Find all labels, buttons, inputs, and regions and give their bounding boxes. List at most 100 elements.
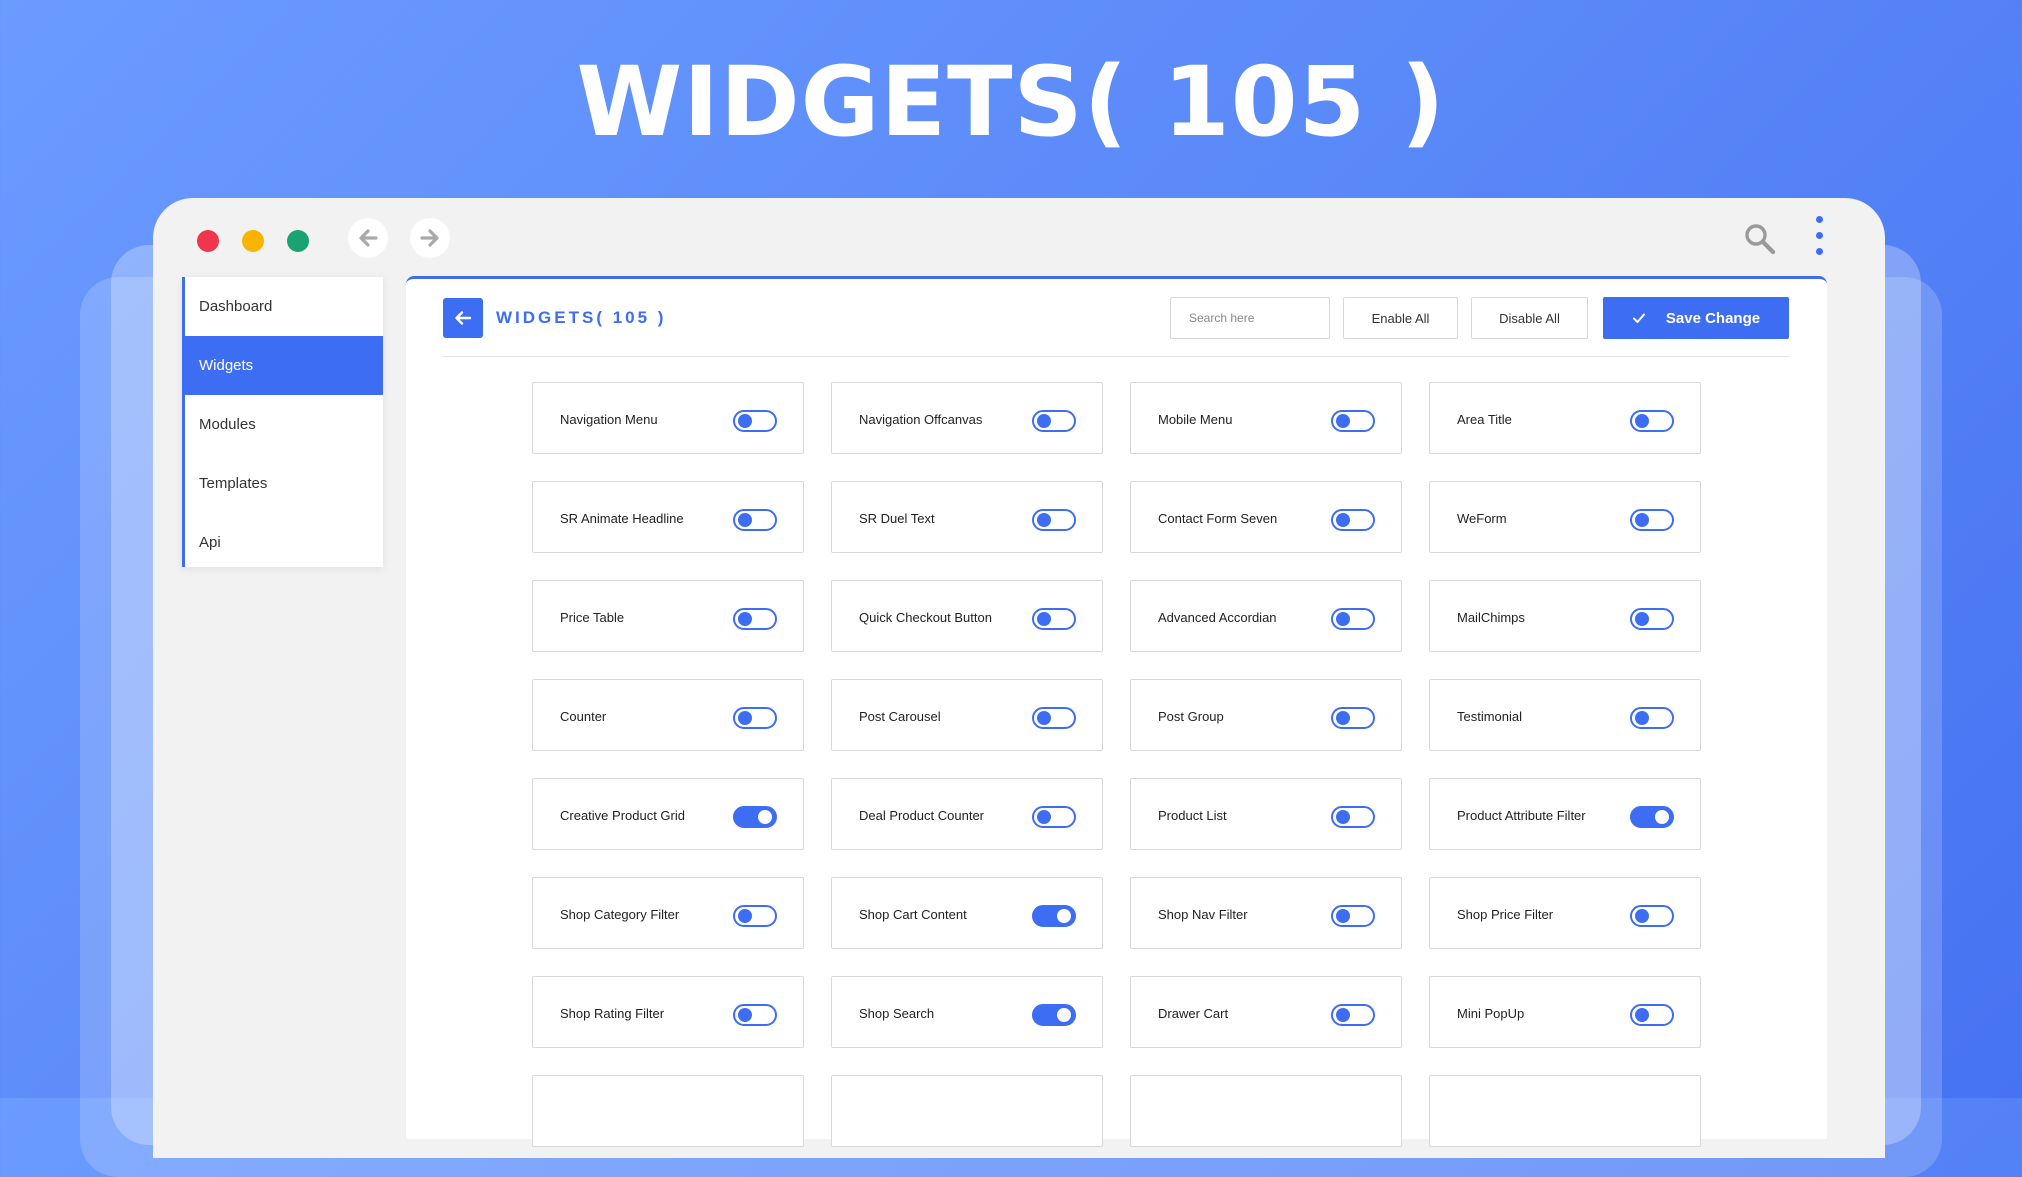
widget-toggle[interactable] [1331,1004,1375,1026]
widget-card: Quick Checkout Button [831,580,1103,652]
sidebar-item-modules[interactable]: Modules [185,395,383,454]
widget-label: Post Group [1158,708,1224,724]
sidebar-item-dashboard[interactable]: Dashboard [185,277,383,336]
toggle-knob [1057,909,1071,923]
widget-toggle[interactable] [1630,1004,1674,1026]
sidebar-item-api[interactable]: Api [185,513,383,572]
widget-label: Shop Category Filter [560,906,680,922]
widget-toggle[interactable] [733,1004,777,1026]
widget-toggle[interactable] [733,707,777,729]
widget-toggle[interactable] [733,410,777,432]
widget-card: Mini PopUp [1429,976,1701,1048]
toggle-knob [1336,612,1350,626]
widget-toggle[interactable] [1032,905,1076,927]
widget-card [1429,1075,1701,1147]
widget-card: Navigation Menu [532,382,804,454]
widget-toggle[interactable] [1331,509,1375,531]
browser-forward-button[interactable] [410,218,450,258]
widget-toggle[interactable] [1032,410,1076,432]
widget-card: Shop Search [831,976,1103,1048]
panel-title: WIDGETS( 105 ) [496,308,667,327]
widget-toggle[interactable] [1032,806,1076,828]
enable-all-button[interactable]: Enable All [1343,297,1458,339]
panel-back-button[interactable] [443,298,483,338]
widget-toggle[interactable] [1032,608,1076,630]
widget-toggle[interactable] [1630,509,1674,531]
sidebar-item-widgets[interactable]: Widgets [185,336,383,395]
widget-label: Quick Checkout Button [859,609,992,625]
widget-toggle[interactable] [1331,905,1375,927]
widget-label: SR Animate Headline [560,510,684,526]
toggle-knob [738,414,752,428]
widget-card: SR Animate Headline [532,481,804,553]
window-minimize-dot[interactable] [242,230,264,252]
widget-card: MailChimps [1429,580,1701,652]
widget-toggle[interactable] [1630,410,1674,432]
widget-card [1130,1075,1402,1147]
widget-toggle[interactable] [1630,806,1674,828]
window-maximize-dot[interactable] [287,230,309,252]
widget-toggle[interactable] [1032,707,1076,729]
widget-label: Area Title [1457,411,1512,427]
widget-label: Contact Form Seven [1158,510,1278,526]
toggle-knob [1635,711,1649,725]
widget-label: Shop Cart Content [859,906,967,922]
widget-label: SR Duel Text [859,510,935,526]
widget-card: Shop Price Filter [1429,877,1701,949]
widget-toggle[interactable] [1630,707,1674,729]
widget-card: Shop Rating Filter [532,976,804,1048]
widget-toggle[interactable] [1331,806,1375,828]
arrow-left-icon [455,311,472,325]
widget-toggle[interactable] [733,905,777,927]
widget-card: Product List [1130,778,1402,850]
widget-toggle[interactable] [1331,707,1375,729]
window-close-dot[interactable] [197,230,219,252]
widget-toggle[interactable] [1630,905,1674,927]
search-input[interactable] [1170,297,1330,339]
browser-back-button[interactable] [348,218,388,258]
toggle-knob [1336,1008,1350,1022]
hero-title: WIDGETS( 105 ) [576,46,1446,158]
widget-toggle[interactable] [1630,608,1674,630]
toggle-knob [1336,711,1350,725]
widget-card: SR Duel Text [831,481,1103,553]
toggle-knob [1655,810,1669,824]
toggle-knob [1037,612,1051,626]
toggle-knob [738,1008,752,1022]
widget-toggle[interactable] [1331,608,1375,630]
widget-card: Contact Form Seven [1130,481,1402,553]
widget-card: Shop Cart Content [831,877,1103,949]
search-icon[interactable] [1743,222,1777,256]
widget-toggle[interactable] [1032,1004,1076,1026]
toggle-knob [758,810,772,824]
widgets-panel: WIDGETS( 105 ) Enable All Disable All Sa… [406,276,1827,1147]
toggle-knob [1635,1008,1649,1022]
widget-label: Shop Nav Filter [1158,906,1248,922]
widget-toggle[interactable] [733,806,777,828]
widget-toggle[interactable] [1032,509,1076,531]
widget-card [532,1075,804,1147]
toggle-knob [738,909,752,923]
widget-toggle[interactable] [733,509,777,531]
sidebar-item-templates[interactable]: Templates [185,454,383,513]
divider [443,356,1789,357]
toggle-knob [1336,414,1350,428]
widget-label: Testimonial [1457,708,1523,724]
toggle-knob [1037,513,1051,527]
save-change-button[interactable]: Save Change [1603,297,1789,339]
disable-all-button[interactable]: Disable All [1471,297,1588,339]
kebab-menu-icon[interactable] [1811,216,1827,262]
widget-label: Advanced Accordian [1158,609,1277,625]
toggle-knob [1635,414,1649,428]
save-change-label: Save Change [1665,309,1761,327]
widget-toggle[interactable] [1331,410,1375,432]
widget-label: Drawer Cart [1158,1005,1229,1021]
widget-card: Area Title [1429,382,1701,454]
widget-card: Post Carousel [831,679,1103,751]
widget-label: Mobile Menu [1158,411,1233,427]
widget-toggle[interactable] [733,608,777,630]
widget-card: Post Group [1130,679,1402,751]
widget-card: Price Table [532,580,804,652]
sidebar: Dashboard Widgets Modules Templates Api [182,277,383,567]
arrow-left-icon [359,229,378,247]
